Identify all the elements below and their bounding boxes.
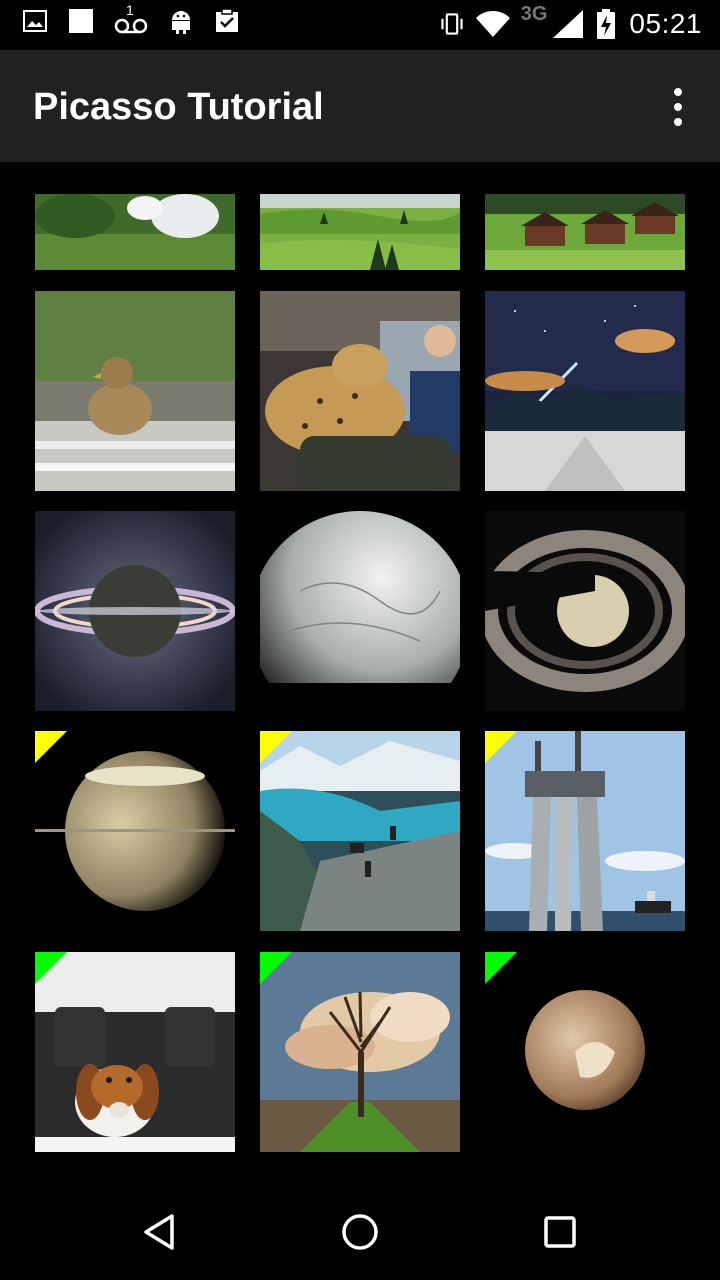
grid-image-5[interactable] [260, 291, 460, 491]
grid-image-8[interactable] [260, 511, 460, 711]
grid-image-3[interactable] [485, 194, 685, 270]
recents-square-icon[interactable] [536, 1208, 584, 1256]
green-corner-flag [35, 952, 67, 984]
status-bar: 1 3G 05:21 [0, 0, 720, 50]
app-bar: Picasso Tutorial [0, 50, 720, 162]
grid-image-9[interactable] [485, 511, 685, 711]
voicemail-count: 1 [126, 2, 134, 18]
clock: 05:21 [629, 8, 702, 39]
yellow-corner-flag [485, 731, 517, 763]
more-vert-icon[interactable] [664, 88, 692, 126]
battery-charging-icon [593, 9, 619, 39]
image-grid[interactable] [0, 162, 720, 1184]
signal-icon [553, 10, 584, 38]
yellow-corner-flag [35, 731, 67, 763]
android-icon [168, 8, 194, 34]
grid-image-14[interactable] [260, 952, 460, 1152]
grid-image-10[interactable] [35, 731, 235, 931]
gallery-icon [22, 8, 48, 34]
green-corner-flag [260, 952, 292, 984]
wifi-icon [475, 11, 511, 37]
grid-image-12[interactable] [485, 731, 685, 931]
grid-image-15[interactable] [485, 952, 685, 1152]
grid-image-11[interactable] [260, 731, 460, 931]
voicemail-icon: 1 [114, 2, 148, 34]
page-title: Picasso Tutorial [33, 86, 324, 128]
grid-image-13[interactable] [35, 952, 235, 1152]
navigation-bar [0, 1184, 720, 1280]
grid-image-2[interactable] [260, 194, 460, 270]
vibrate-icon [439, 11, 465, 37]
clipboard-check-icon [214, 8, 240, 34]
yellow-corner-flag [260, 731, 292, 763]
grid-image-1[interactable] [35, 194, 235, 270]
back-triangle-icon[interactable] [136, 1208, 184, 1256]
green-corner-flag [485, 952, 517, 984]
network-type: 3G [520, 2, 548, 25]
square-notification-icon [68, 8, 94, 34]
grid-image-6[interactable] [485, 291, 685, 491]
home-circle-icon[interactable] [336, 1208, 384, 1256]
grid-image-4[interactable] [35, 291, 235, 491]
grid-image-7[interactable] [35, 511, 235, 711]
